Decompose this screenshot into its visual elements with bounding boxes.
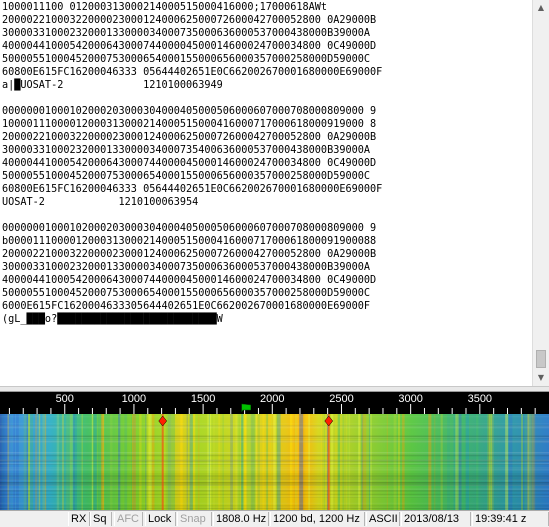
snap-toggle[interactable]: Snap xyxy=(177,512,212,526)
status-bar: RX Sq AFC Lock Snap 1808.0 Hz 1200 bd, 1… xyxy=(0,510,549,527)
scale-label: 1500 xyxy=(191,393,215,405)
scale-label: 2000 xyxy=(260,393,284,405)
scroll-down-arrow-icon[interactable]: ▼ xyxy=(533,370,549,386)
lock-toggle[interactable]: Lock xyxy=(145,512,176,526)
squelch-toggle[interactable]: Sq xyxy=(90,512,112,526)
receive-text-pane[interactable]: 1000011100 01200031300021400051500041600… xyxy=(0,0,532,386)
rx-indicator[interactable]: RX xyxy=(68,512,90,526)
scale-label: 500 xyxy=(56,393,74,405)
waterfall-shade xyxy=(0,414,549,510)
scrollbar-thumb[interactable] xyxy=(536,350,546,368)
mode-readout[interactable]: ASCII xyxy=(366,512,400,526)
frequency-readout: 1808.0 Hz xyxy=(213,512,269,526)
scale-label: 2500 xyxy=(329,393,353,405)
scale-label: 1000 xyxy=(122,393,146,405)
afc-toggle[interactable]: AFC xyxy=(114,512,143,526)
waterfall-display[interactable]: 500 1000 1500 2000 2500 3000 3500 xyxy=(0,392,549,510)
baud-readout: 1200 bd, 1200 Hz xyxy=(270,512,365,526)
waterfall-canvas[interactable]: 500 1000 1500 2000 2500 3000 3500 xyxy=(0,392,549,510)
scroll-up-arrow-icon[interactable]: ▲ xyxy=(533,0,549,16)
time-readout: 19:39:41 z xyxy=(472,512,549,526)
date-readout: 2013/08/13 xyxy=(401,512,471,526)
receive-text: 1000011100 01200031300021400051500041600… xyxy=(2,2,383,325)
vertical-scrollbar[interactable]: ▲ ▼ xyxy=(532,0,549,386)
scale-label: 3000 xyxy=(398,393,422,405)
scale-label: 3500 xyxy=(468,393,492,405)
